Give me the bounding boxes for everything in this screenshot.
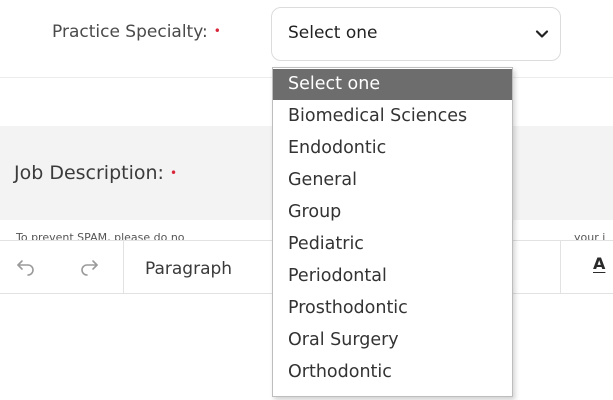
practice-specialty-label-text: Practice Specialty:: [52, 22, 208, 42]
practice-specialty-label: Practice Specialty: •: [52, 22, 221, 42]
job-description-label-text: Job Description:: [14, 162, 164, 184]
practice-specialty-value: Select one: [288, 23, 378, 43]
block-format-select[interactable]: Paragraph: [145, 259, 232, 279]
dropdown-option-endodontic[interactable]: Endodontic: [273, 133, 512, 164]
dropdown-option-prosthodontic[interactable]: Prosthodontic: [273, 293, 512, 324]
toolbar-separator: [560, 240, 561, 294]
dropdown-option-general[interactable]: General: [273, 165, 512, 196]
redo-icon[interactable]: [79, 257, 99, 277]
toolbar-separator: [123, 240, 124, 294]
undo-icon[interactable]: [16, 257, 36, 277]
job-description-label: Job Description: •: [14, 162, 177, 184]
dropdown-option-select-one[interactable]: Select one: [273, 69, 512, 100]
practice-specialty-select[interactable]: Select one: [271, 7, 561, 61]
required-marker: •: [213, 24, 221, 38]
chevron-down-icon: [535, 30, 549, 38]
text-color-button[interactable]: A: [593, 254, 605, 273]
dropdown-option-oral-surgery[interactable]: Oral Surgery: [273, 325, 512, 356]
dropdown-option-biomedical-sciences[interactable]: Biomedical Sciences: [273, 101, 512, 132]
dropdown-option-pediatric[interactable]: Pediatric: [273, 229, 512, 260]
dropdown-option-orthodontic[interactable]: Orthodontic: [273, 357, 512, 388]
dropdown-option-group[interactable]: Group: [273, 197, 512, 228]
required-marker: •: [169, 166, 178, 180]
specialty-dropdown-list: Select one Biomedical Sciences Endodonti…: [272, 67, 513, 397]
dropdown-option-periodontal[interactable]: Periodontal: [273, 261, 512, 292]
